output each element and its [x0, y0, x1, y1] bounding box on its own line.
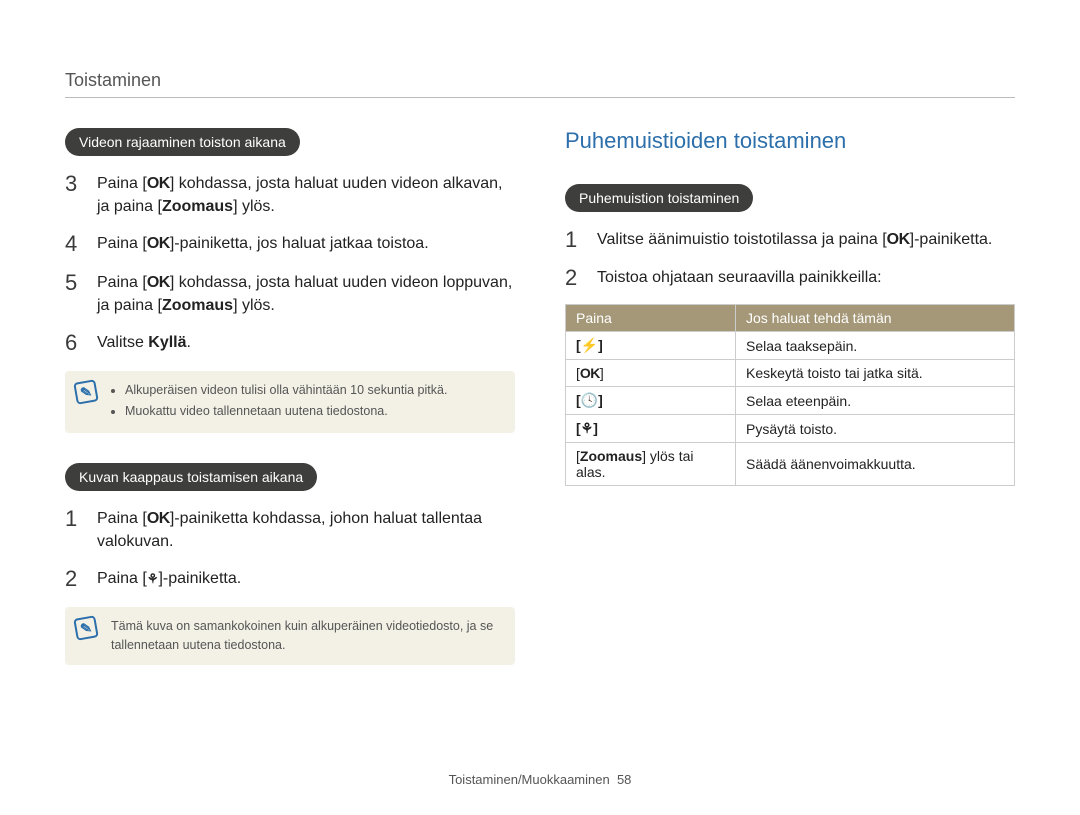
content-columns: Videon rajaaminen toiston aikana 3 Paina…	[65, 128, 1015, 695]
section-title-voice: Puhemuistioiden toistaminen	[565, 128, 1015, 154]
step-text: Paina [ ]-painiketta.	[97, 567, 241, 590]
step-text: Valitse äänimuistio toistotilassa ja pai…	[597, 228, 992, 251]
text-frag: Valitse äänimuistio toistotilassa ja pai…	[597, 231, 887, 248]
note-icon: ✎	[73, 615, 98, 640]
ok-key-icon: OK	[887, 231, 910, 248]
note-text: Tämä kuva on samankokoinen kuin alkuperä…	[111, 619, 493, 652]
step-video-6: 6 Valitse Kyllä.	[65, 331, 515, 355]
pill-frame-capture: Kuvan kaappaus toistamisen aikana	[65, 463, 317, 491]
step-capture-2: 2 Paina [ ]-painiketta.	[65, 567, 515, 591]
step-voice-2: 2 Toistoa ohjataan seuraavilla painikkei…	[565, 266, 1015, 290]
step-text: Paina [OK] kohdassa, josta haluat uuden …	[97, 172, 515, 218]
footer-text: Toistaminen/Muokkaaminen	[449, 772, 610, 787]
text-frag: ]-painiketta.	[158, 570, 241, 587]
text-frag: Paina [	[97, 570, 147, 587]
step-text: Paina [OK] kohdassa, josta haluat uuden …	[97, 271, 515, 317]
text-frag: .	[187, 334, 191, 351]
step-number: 2	[565, 266, 587, 290]
note-item: Alkuperäisen videon tulisi olla vähintää…	[125, 381, 501, 400]
page-footer: Toistaminen/Muokkaaminen 58	[0, 772, 1080, 787]
pill-voice-playback: Puhemuistion toistaminen	[565, 184, 753, 212]
frame-capture-steps: 1 Paina [OK]-painiketta kohdassa, johon …	[65, 507, 515, 592]
step-voice-1: 1 Valitse äänimuistio toistotilassa ja p…	[565, 228, 1015, 252]
ok-key-icon: OK	[147, 274, 170, 291]
macro-icon: [⚘]	[576, 420, 598, 436]
step-text: Toistoa ohjataan seuraavilla painikkeill…	[597, 266, 882, 289]
step-text: Valitse Kyllä.	[97, 331, 191, 354]
table-row: [Zoomaus] ylös tai alas. Säädä äänenvoim…	[566, 443, 1015, 486]
key-cell-macro: [⚘]	[566, 415, 736, 443]
table-header-row: Paina Jos haluat tehdä tämän	[566, 305, 1015, 332]
ok-key-icon: OK	[147, 235, 170, 252]
step-number: 1	[65, 507, 87, 531]
step-number: 3	[65, 172, 87, 196]
step-text: Paina [OK]-painiketta kohdassa, johon ha…	[97, 507, 515, 553]
text-frag: Paina [	[97, 510, 147, 527]
table-row: [⚡] Selaa taaksepäin.	[566, 332, 1015, 360]
step-text: Paina [OK]-painiketta, jos haluat jatkaa…	[97, 232, 429, 255]
bold-text: Zoomaus	[580, 448, 642, 464]
right-column: Puhemuistioiden toistaminen Puhemuistion…	[565, 128, 1015, 695]
ok-key-icon: OK	[147, 510, 170, 527]
text-frag: ] ylös.	[233, 297, 275, 314]
ok-key-icon: OK	[147, 175, 170, 192]
note-box-capture: ✎ Tämä kuva on samankokoinen kuin alkupe…	[65, 607, 515, 665]
table-row: [OK] Keskeytä toisto tai jatka sitä.	[566, 360, 1015, 387]
step-video-4: 4 Paina [OK]-painiketta, jos haluat jatk…	[65, 232, 515, 256]
action-cell: Keskeytä toisto tai jatka sitä.	[736, 360, 1015, 387]
macro-icon	[147, 570, 159, 587]
text-frag: Paina [	[97, 274, 147, 291]
step-video-5: 5 Paina [OK] kohdassa, josta haluat uude…	[65, 271, 515, 317]
key-cell-zoom: [Zoomaus] ylös tai alas.	[566, 443, 736, 486]
step-number: 6	[65, 331, 87, 355]
table-header-press: Paina	[566, 305, 736, 332]
bold-text: Zoomaus	[162, 297, 233, 314]
text-frag: ]-painiketta, jos haluat jatkaa toistoa.	[170, 235, 429, 252]
page-number: 58	[617, 772, 631, 787]
key-cell-flash: [⚡]	[566, 332, 736, 360]
text-frag: ]-painiketta.	[910, 231, 993, 248]
text-frag: Paina [	[97, 175, 147, 192]
key-cell-timer: [🕓]	[566, 387, 736, 415]
action-cell: Selaa eteenpäin.	[736, 387, 1015, 415]
step-number: 4	[65, 232, 87, 256]
step-video-3: 3 Paina [OK] kohdassa, josta haluat uude…	[65, 172, 515, 218]
table-row: [⚘] Pysäytä toisto.	[566, 415, 1015, 443]
controls-table: Paina Jos haluat tehdä tämän [⚡] Selaa t…	[565, 304, 1015, 486]
text-frag: Valitse	[97, 334, 148, 351]
timer-icon: [🕓]	[576, 392, 603, 408]
note-list: Alkuperäisen videon tulisi olla vähintää…	[111, 381, 501, 421]
pill-video-trim: Videon rajaaminen toiston aikana	[65, 128, 300, 156]
video-trim-steps: 3 Paina [OK] kohdassa, josta haluat uude…	[65, 172, 515, 355]
step-capture-1: 1 Paina [OK]-painiketta kohdassa, johon …	[65, 507, 515, 553]
page-header-title: Toistaminen	[65, 70, 161, 90]
action-cell: Pysäytä toisto.	[736, 415, 1015, 443]
left-column: Videon rajaaminen toiston aikana 3 Paina…	[65, 128, 515, 695]
page-header: Toistaminen	[65, 70, 1015, 98]
key-cell-ok: [OK]	[566, 360, 736, 387]
step-number: 1	[565, 228, 587, 252]
bold-text: Zoomaus	[162, 198, 233, 215]
note-box-video: ✎ Alkuperäisen videon tulisi olla vähint…	[65, 371, 515, 433]
ok-key-icon: OK	[580, 365, 600, 381]
text-frag: Paina [	[97, 235, 147, 252]
text-frag: ] ylös.	[233, 198, 275, 215]
action-cell: Säädä äänenvoimakkuutta.	[736, 443, 1015, 486]
flash-icon: [⚡]	[576, 337, 603, 353]
step-number: 2	[65, 567, 87, 591]
voice-playback-steps: 1 Valitse äänimuistio toistotilassa ja p…	[565, 228, 1015, 290]
note-item: Muokattu video tallennetaan uutena tiedo…	[125, 402, 501, 421]
step-number: 5	[65, 271, 87, 295]
note-icon: ✎	[73, 379, 98, 404]
table-header-action: Jos haluat tehdä tämän	[736, 305, 1015, 332]
bold-text: Kyllä	[148, 334, 186, 351]
table-row: [🕓] Selaa eteenpäin.	[566, 387, 1015, 415]
action-cell: Selaa taaksepäin.	[736, 332, 1015, 360]
